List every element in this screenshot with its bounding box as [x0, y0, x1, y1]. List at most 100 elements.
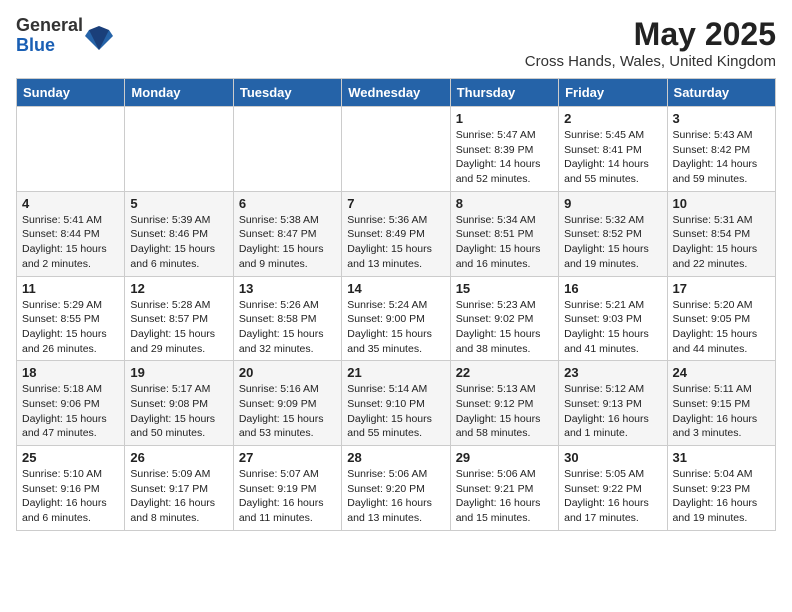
- day-number: 14: [347, 281, 444, 296]
- day-detail: Sunrise: 5:31 AM Sunset: 8:54 PM Dayligh…: [673, 213, 770, 272]
- day-number: 2: [564, 111, 661, 126]
- day-number: 15: [456, 281, 553, 296]
- day-cell: 13Sunrise: 5:26 AM Sunset: 8:58 PM Dayli…: [233, 276, 341, 361]
- day-cell: 24 Sunrise: 5:11 AM Sunset: 9:15 PM Dayli…: [667, 361, 775, 446]
- day-detail: Sunrise: 5:17 AM Sunset: 9:08 PM Dayligh…: [130, 382, 227, 441]
- day-cell: 4 Sunrise: 5:41 AM Sunset: 8:44 PM Daylig…: [17, 191, 125, 276]
- day-number: 20: [239, 365, 336, 380]
- weekday-header-tuesday: Tuesday: [233, 79, 341, 107]
- day-cell: 3Sunrise: 5:43 AM Sunset: 8:42 PM Daylig…: [667, 107, 775, 192]
- day-cell: 21 Sunrise: 5:14 AM Sunset: 9:10 PM Dayli…: [342, 361, 450, 446]
- day-number: 9: [564, 196, 661, 211]
- day-detail: Sunrise: 5:09 AM Sunset: 9:17 PM Dayligh…: [130, 467, 227, 526]
- logo-general: General: [16, 16, 83, 36]
- day-cell: 25 Sunrise: 5:10 AM Sunset: 9:16 PM Dayli…: [17, 446, 125, 531]
- day-number: 12: [130, 281, 227, 296]
- day-detail: Sunrise: 5:36 AM Sunset: 8:49 PM Dayligh…: [347, 213, 444, 272]
- day-cell: [233, 107, 341, 192]
- day-cell: 28Sunrise: 5:06 AM Sunset: 9:20 PM Dayli…: [342, 446, 450, 531]
- day-cell: 18 Sunrise: 5:18 AM Sunset: 9:06 PM Dayli…: [17, 361, 125, 446]
- day-number: 18: [22, 365, 119, 380]
- day-detail: Sunrise: 5:13 AM Sunset: 9:12 PM Dayligh…: [456, 382, 553, 441]
- day-cell: 11Sunrise: 5:29 AM Sunset: 8:55 PM Dayli…: [17, 276, 125, 361]
- day-cell: 19 Sunrise: 5:17 AM Sunset: 9:08 PM Dayli…: [125, 361, 233, 446]
- week-row-4: 18 Sunrise: 5:18 AM Sunset: 9:06 PM Dayli…: [17, 361, 776, 446]
- day-number: 25: [22, 450, 119, 465]
- day-cell: 1Sunrise: 5:47 AM Sunset: 8:39 PM Daylig…: [450, 107, 558, 192]
- day-cell: 26Sunrise: 5:09 AM Sunset: 9:17 PM Dayli…: [125, 446, 233, 531]
- day-cell: 12 Sunrise: 5:28 AM Sunset: 8:57 PM Dayli…: [125, 276, 233, 361]
- day-cell: 10 Sunrise: 5:31 AM Sunset: 8:54 PM Dayli…: [667, 191, 775, 276]
- weekday-header-monday: Monday: [125, 79, 233, 107]
- weekday-header-wednesday: Wednesday: [342, 79, 450, 107]
- weekday-header-thursday: Thursday: [450, 79, 558, 107]
- day-detail: Sunrise: 5:10 AM Sunset: 9:16 PM Dayligh…: [22, 467, 119, 526]
- day-cell: [17, 107, 125, 192]
- day-detail: Sunrise: 5:16 AM Sunset: 9:09 PM Dayligh…: [239, 382, 336, 441]
- day-number: 10: [673, 196, 770, 211]
- day-cell: 29 Sunrise: 5:06 AM Sunset: 9:21 PM Dayli…: [450, 446, 558, 531]
- day-number: 5: [130, 196, 227, 211]
- day-detail: Sunrise: 5:38 AM Sunset: 8:47 PM Dayligh…: [239, 213, 336, 272]
- day-number: 17: [673, 281, 770, 296]
- day-detail: Sunrise: 5:41 AM Sunset: 8:44 PM Dayligh…: [22, 213, 119, 272]
- day-cell: 22 Sunrise: 5:13 AM Sunset: 9:12 PM Dayli…: [450, 361, 558, 446]
- week-row-3: 11Sunrise: 5:29 AM Sunset: 8:55 PM Dayli…: [17, 276, 776, 361]
- day-number: 28: [347, 450, 444, 465]
- day-detail: Sunrise: 5:18 AM Sunset: 9:06 PM Dayligh…: [22, 382, 119, 441]
- day-number: 13: [239, 281, 336, 296]
- weekday-header-friday: Friday: [559, 79, 667, 107]
- day-cell: 5 Sunrise: 5:39 AM Sunset: 8:46 PM Daylig…: [125, 191, 233, 276]
- day-number: 30: [564, 450, 661, 465]
- day-detail: Sunrise: 5:12 AM Sunset: 9:13 PM Dayligh…: [564, 382, 661, 441]
- day-detail: Sunrise: 5:11 AM Sunset: 9:15 PM Dayligh…: [673, 382, 770, 441]
- day-detail: Sunrise: 5:45 AM Sunset: 8:41 PM Dayligh…: [564, 128, 661, 187]
- day-cell: 6 Sunrise: 5:38 AM Sunset: 8:47 PM Daylig…: [233, 191, 341, 276]
- weekday-header-row: SundayMondayTuesdayWednesdayThursdayFrid…: [17, 79, 776, 107]
- location: Cross Hands, Wales, United Kingdom: [525, 53, 776, 70]
- day-number: 21: [347, 365, 444, 380]
- day-cell: 23Sunrise: 5:12 AM Sunset: 9:13 PM Dayli…: [559, 361, 667, 446]
- day-number: 4: [22, 196, 119, 211]
- day-number: 27: [239, 450, 336, 465]
- day-cell: 2 Sunrise: 5:45 AM Sunset: 8:41 PM Daylig…: [559, 107, 667, 192]
- day-number: 31: [673, 450, 770, 465]
- title-section: May 2025 Cross Hands, Wales, United King…: [525, 16, 776, 70]
- day-detail: Sunrise: 5:14 AM Sunset: 9:10 PM Dayligh…: [347, 382, 444, 441]
- day-number: 16: [564, 281, 661, 296]
- day-cell: 8Sunrise: 5:34 AM Sunset: 8:51 PM Daylig…: [450, 191, 558, 276]
- day-detail: Sunrise: 5:06 AM Sunset: 9:21 PM Dayligh…: [456, 467, 553, 526]
- month-year: May 2025: [525, 16, 776, 53]
- day-cell: 20 Sunrise: 5:16 AM Sunset: 9:09 PM Dayli…: [233, 361, 341, 446]
- logo: General Blue: [16, 16, 113, 56]
- day-cell: 7Sunrise: 5:36 AM Sunset: 8:49 PM Daylig…: [342, 191, 450, 276]
- day-cell: [342, 107, 450, 192]
- day-number: 19: [130, 365, 227, 380]
- day-detail: Sunrise: 5:28 AM Sunset: 8:57 PM Dayligh…: [130, 298, 227, 357]
- day-detail: Sunrise: 5:32 AM Sunset: 8:52 PM Dayligh…: [564, 213, 661, 272]
- week-row-2: 4 Sunrise: 5:41 AM Sunset: 8:44 PM Daylig…: [17, 191, 776, 276]
- day-number: 6: [239, 196, 336, 211]
- weekday-header-saturday: Saturday: [667, 79, 775, 107]
- day-number: 29: [456, 450, 553, 465]
- day-detail: Sunrise: 5:24 AM Sunset: 9:00 PM Dayligh…: [347, 298, 444, 357]
- day-detail: Sunrise: 5:34 AM Sunset: 8:51 PM Dayligh…: [456, 213, 553, 272]
- day-detail: Sunrise: 5:47 AM Sunset: 8:39 PM Dayligh…: [456, 128, 553, 187]
- calendar-table: SundayMondayTuesdayWednesdayThursdayFrid…: [16, 78, 776, 531]
- header-section: General Blue May 2025 Cross Hands, Wales…: [16, 16, 776, 70]
- day-cell: 16 Sunrise: 5:21 AM Sunset: 9:03 PM Dayli…: [559, 276, 667, 361]
- day-number: 24: [673, 365, 770, 380]
- day-cell: 17 Sunrise: 5:20 AM Sunset: 9:05 PM Dayli…: [667, 276, 775, 361]
- day-cell: [125, 107, 233, 192]
- day-detail: Sunrise: 5:20 AM Sunset: 9:05 PM Dayligh…: [673, 298, 770, 357]
- day-detail: Sunrise: 5:23 AM Sunset: 9:02 PM Dayligh…: [456, 298, 553, 357]
- day-detail: Sunrise: 5:21 AM Sunset: 9:03 PM Dayligh…: [564, 298, 661, 357]
- logo-icon: [85, 22, 113, 50]
- day-cell: 14 Sunrise: 5:24 AM Sunset: 9:00 PM Dayli…: [342, 276, 450, 361]
- day-cell: 9 Sunrise: 5:32 AM Sunset: 8:52 PM Daylig…: [559, 191, 667, 276]
- day-number: 3: [673, 111, 770, 126]
- day-cell: 31 Sunrise: 5:04 AM Sunset: 9:23 PM Dayli…: [667, 446, 775, 531]
- day-number: 22: [456, 365, 553, 380]
- day-detail: Sunrise: 5:04 AM Sunset: 9:23 PM Dayligh…: [673, 467, 770, 526]
- day-detail: Sunrise: 5:39 AM Sunset: 8:46 PM Dayligh…: [130, 213, 227, 272]
